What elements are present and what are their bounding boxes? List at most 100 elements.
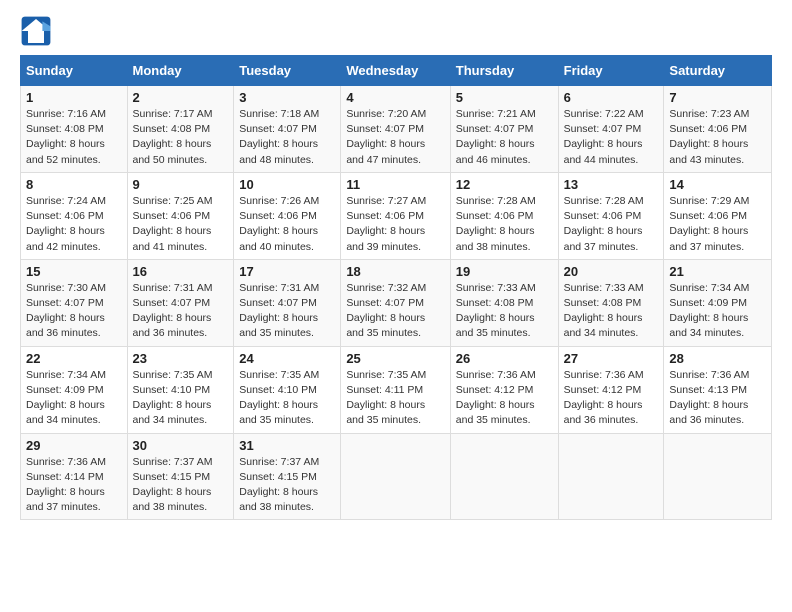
calendar-cell: 10 Sunrise: 7:26 AMSunset: 4:06 PMDayligh… bbox=[234, 172, 341, 259]
day-info: Sunrise: 7:33 AMSunset: 4:08 PMDaylight:… bbox=[456, 282, 536, 340]
logo bbox=[20, 15, 54, 47]
day-number: 21 bbox=[669, 264, 766, 279]
day-number: 5 bbox=[456, 90, 553, 105]
calendar-cell: 31 Sunrise: 7:37 AMSunset: 4:15 PMDayligh… bbox=[234, 433, 341, 520]
calendar-cell: 28Sunrise: 7:36 AMSunset: 4:13 PMDayligh… bbox=[664, 346, 772, 433]
header-day-saturday: Saturday bbox=[664, 56, 772, 86]
calendar-cell: 25 Sunrise: 7:35 AMSunset: 4:11 PMDayligh… bbox=[341, 346, 450, 433]
day-number: 20 bbox=[564, 264, 659, 279]
calendar-cell: 6Sunrise: 7:22 AMSunset: 4:07 PMDaylight… bbox=[558, 86, 664, 173]
day-info: Sunrise: 7:25 AMSunset: 4:06 PMDaylight:… bbox=[133, 195, 213, 253]
day-number: 10 bbox=[239, 177, 335, 192]
day-number: 11 bbox=[346, 177, 444, 192]
header bbox=[20, 15, 772, 47]
day-number: 16 bbox=[133, 264, 229, 279]
day-info: Sunrise: 7:36 AMSunset: 4:14 PMDaylight:… bbox=[26, 456, 106, 514]
day-number: 27 bbox=[564, 351, 659, 366]
calendar-cell: 30 Sunrise: 7:37 AMSunset: 4:15 PMDayligh… bbox=[127, 433, 234, 520]
header-day-monday: Monday bbox=[127, 56, 234, 86]
calendar-cell: 23 Sunrise: 7:35 AMSunset: 4:10 PMDayligh… bbox=[127, 346, 234, 433]
calendar-cell: 24Sunrise: 7:35 AMSunset: 4:10 PMDayligh… bbox=[234, 346, 341, 433]
day-info: Sunrise: 7:35 AMSunset: 4:10 PMDaylight:… bbox=[133, 369, 213, 427]
day-number: 4 bbox=[346, 90, 444, 105]
day-info: Sunrise: 7:37 AMSunset: 4:15 PMDaylight:… bbox=[133, 456, 213, 514]
calendar-cell bbox=[450, 433, 558, 520]
calendar-cell: 19 Sunrise: 7:33 AMSunset: 4:08 PMDayligh… bbox=[450, 259, 558, 346]
day-info: Sunrise: 7:33 AMSunset: 4:08 PMDaylight:… bbox=[564, 282, 644, 340]
day-info: Sunrise: 7:28 AMSunset: 4:06 PMDaylight:… bbox=[564, 195, 644, 253]
day-info: Sunrise: 7:26 AMSunset: 4:06 PMDaylight:… bbox=[239, 195, 319, 253]
header-day-wednesday: Wednesday bbox=[341, 56, 450, 86]
day-info: Sunrise: 7:23 AMSunset: 4:06 PMDaylight:… bbox=[669, 108, 749, 166]
week-row-2: 8 Sunrise: 7:24 AMSunset: 4:06 PMDaylight… bbox=[21, 172, 772, 259]
day-info: Sunrise: 7:24 AMSunset: 4:06 PMDaylight:… bbox=[26, 195, 106, 253]
week-row-4: 22Sunrise: 7:34 AMSunset: 4:09 PMDayligh… bbox=[21, 346, 772, 433]
calendar-cell: 2 Sunrise: 7:17 AMSunset: 4:08 PMDaylight… bbox=[127, 86, 234, 173]
header-row: SundayMondayTuesdayWednesdayThursdayFrid… bbox=[21, 56, 772, 86]
calendar-cell: 18 Sunrise: 7:32 AMSunset: 4:07 PMDayligh… bbox=[341, 259, 450, 346]
day-number: 24 bbox=[239, 351, 335, 366]
day-info: Sunrise: 7:17 AMSunset: 4:08 PMDaylight:… bbox=[133, 108, 213, 166]
day-info: Sunrise: 7:35 AMSunset: 4:11 PMDaylight:… bbox=[346, 369, 426, 427]
day-number: 2 bbox=[133, 90, 229, 105]
day-info: Sunrise: 7:36 AMSunset: 4:12 PMDaylight:… bbox=[564, 369, 644, 427]
day-info: Sunrise: 7:36 AMSunset: 4:12 PMDaylight:… bbox=[456, 369, 536, 427]
day-number: 12 bbox=[456, 177, 553, 192]
calendar-cell bbox=[558, 433, 664, 520]
calendar-cell: 9 Sunrise: 7:25 AMSunset: 4:06 PMDaylight… bbox=[127, 172, 234, 259]
calendar-cell: 29Sunrise: 7:36 AMSunset: 4:14 PMDayligh… bbox=[21, 433, 128, 520]
calendar-cell: 3Sunrise: 7:18 AMSunset: 4:07 PMDaylight… bbox=[234, 86, 341, 173]
page: SundayMondayTuesdayWednesdayThursdayFrid… bbox=[0, 0, 792, 612]
day-number: 22 bbox=[26, 351, 122, 366]
day-number: 8 bbox=[26, 177, 122, 192]
calendar-cell: 7 Sunrise: 7:23 AMSunset: 4:06 PMDaylight… bbox=[664, 86, 772, 173]
calendar-cell bbox=[664, 433, 772, 520]
week-row-3: 15 Sunrise: 7:30 AMSunset: 4:07 PMDayligh… bbox=[21, 259, 772, 346]
day-number: 7 bbox=[669, 90, 766, 105]
calendar-cell bbox=[341, 433, 450, 520]
day-number: 23 bbox=[133, 351, 229, 366]
calendar-cell: 21 Sunrise: 7:34 AMSunset: 4:09 PMDayligh… bbox=[664, 259, 772, 346]
day-number: 25 bbox=[346, 351, 444, 366]
header-day-tuesday: Tuesday bbox=[234, 56, 341, 86]
day-info: Sunrise: 7:31 AMSunset: 4:07 PMDaylight:… bbox=[133, 282, 213, 340]
week-row-5: 29Sunrise: 7:36 AMSunset: 4:14 PMDayligh… bbox=[21, 433, 772, 520]
calendar-cell: 4Sunrise: 7:20 AMSunset: 4:07 PMDaylight… bbox=[341, 86, 450, 173]
calendar-cell: 26 Sunrise: 7:36 AMSunset: 4:12 PMDayligh… bbox=[450, 346, 558, 433]
logo-icon bbox=[20, 15, 52, 47]
day-info: Sunrise: 7:27 AMSunset: 4:06 PMDaylight:… bbox=[346, 195, 426, 253]
calendar-cell: 20 Sunrise: 7:33 AMSunset: 4:08 PMDayligh… bbox=[558, 259, 664, 346]
day-number: 13 bbox=[564, 177, 659, 192]
header-day-friday: Friday bbox=[558, 56, 664, 86]
calendar-cell: 5Sunrise: 7:21 AMSunset: 4:07 PMDaylight… bbox=[450, 86, 558, 173]
week-row-1: 1 Sunrise: 7:16 AMSunset: 4:08 PMDaylight… bbox=[21, 86, 772, 173]
calendar-cell: 22Sunrise: 7:34 AMSunset: 4:09 PMDayligh… bbox=[21, 346, 128, 433]
day-info: Sunrise: 7:30 AMSunset: 4:07 PMDaylight:… bbox=[26, 282, 106, 340]
day-info: Sunrise: 7:32 AMSunset: 4:07 PMDaylight:… bbox=[346, 282, 426, 340]
calendar-cell: 17Sunrise: 7:31 AMSunset: 4:07 PMDayligh… bbox=[234, 259, 341, 346]
header-day-sunday: Sunday bbox=[21, 56, 128, 86]
day-number: 30 bbox=[133, 438, 229, 453]
calendar-cell: 27 Sunrise: 7:36 AMSunset: 4:12 PMDayligh… bbox=[558, 346, 664, 433]
calendar-cell: 13 Sunrise: 7:28 AMSunset: 4:06 PMDayligh… bbox=[558, 172, 664, 259]
day-number: 26 bbox=[456, 351, 553, 366]
day-info: Sunrise: 7:31 AMSunset: 4:07 PMDaylight:… bbox=[239, 282, 319, 340]
day-number: 28 bbox=[669, 351, 766, 366]
day-info: Sunrise: 7:34 AMSunset: 4:09 PMDaylight:… bbox=[669, 282, 749, 340]
day-number: 19 bbox=[456, 264, 553, 279]
day-number: 31 bbox=[239, 438, 335, 453]
calendar-cell: 1 Sunrise: 7:16 AMSunset: 4:08 PMDaylight… bbox=[21, 86, 128, 173]
calendar-cell: 11 Sunrise: 7:27 AMSunset: 4:06 PMDayligh… bbox=[341, 172, 450, 259]
day-info: Sunrise: 7:37 AMSunset: 4:15 PMDaylight:… bbox=[239, 456, 319, 514]
day-info: Sunrise: 7:28 AMSunset: 4:06 PMDaylight:… bbox=[456, 195, 536, 253]
day-info: Sunrise: 7:29 AMSunset: 4:06 PMDaylight:… bbox=[669, 195, 749, 253]
day-number: 14 bbox=[669, 177, 766, 192]
day-info: Sunrise: 7:16 AMSunset: 4:08 PMDaylight:… bbox=[26, 108, 106, 166]
day-number: 6 bbox=[564, 90, 659, 105]
day-number: 18 bbox=[346, 264, 444, 279]
day-number: 9 bbox=[133, 177, 229, 192]
calendar-cell: 12 Sunrise: 7:28 AMSunset: 4:06 PMDayligh… bbox=[450, 172, 558, 259]
day-number: 1 bbox=[26, 90, 122, 105]
calendar-cell: 14 Sunrise: 7:29 AMSunset: 4:06 PMDayligh… bbox=[664, 172, 772, 259]
day-number: 15 bbox=[26, 264, 122, 279]
